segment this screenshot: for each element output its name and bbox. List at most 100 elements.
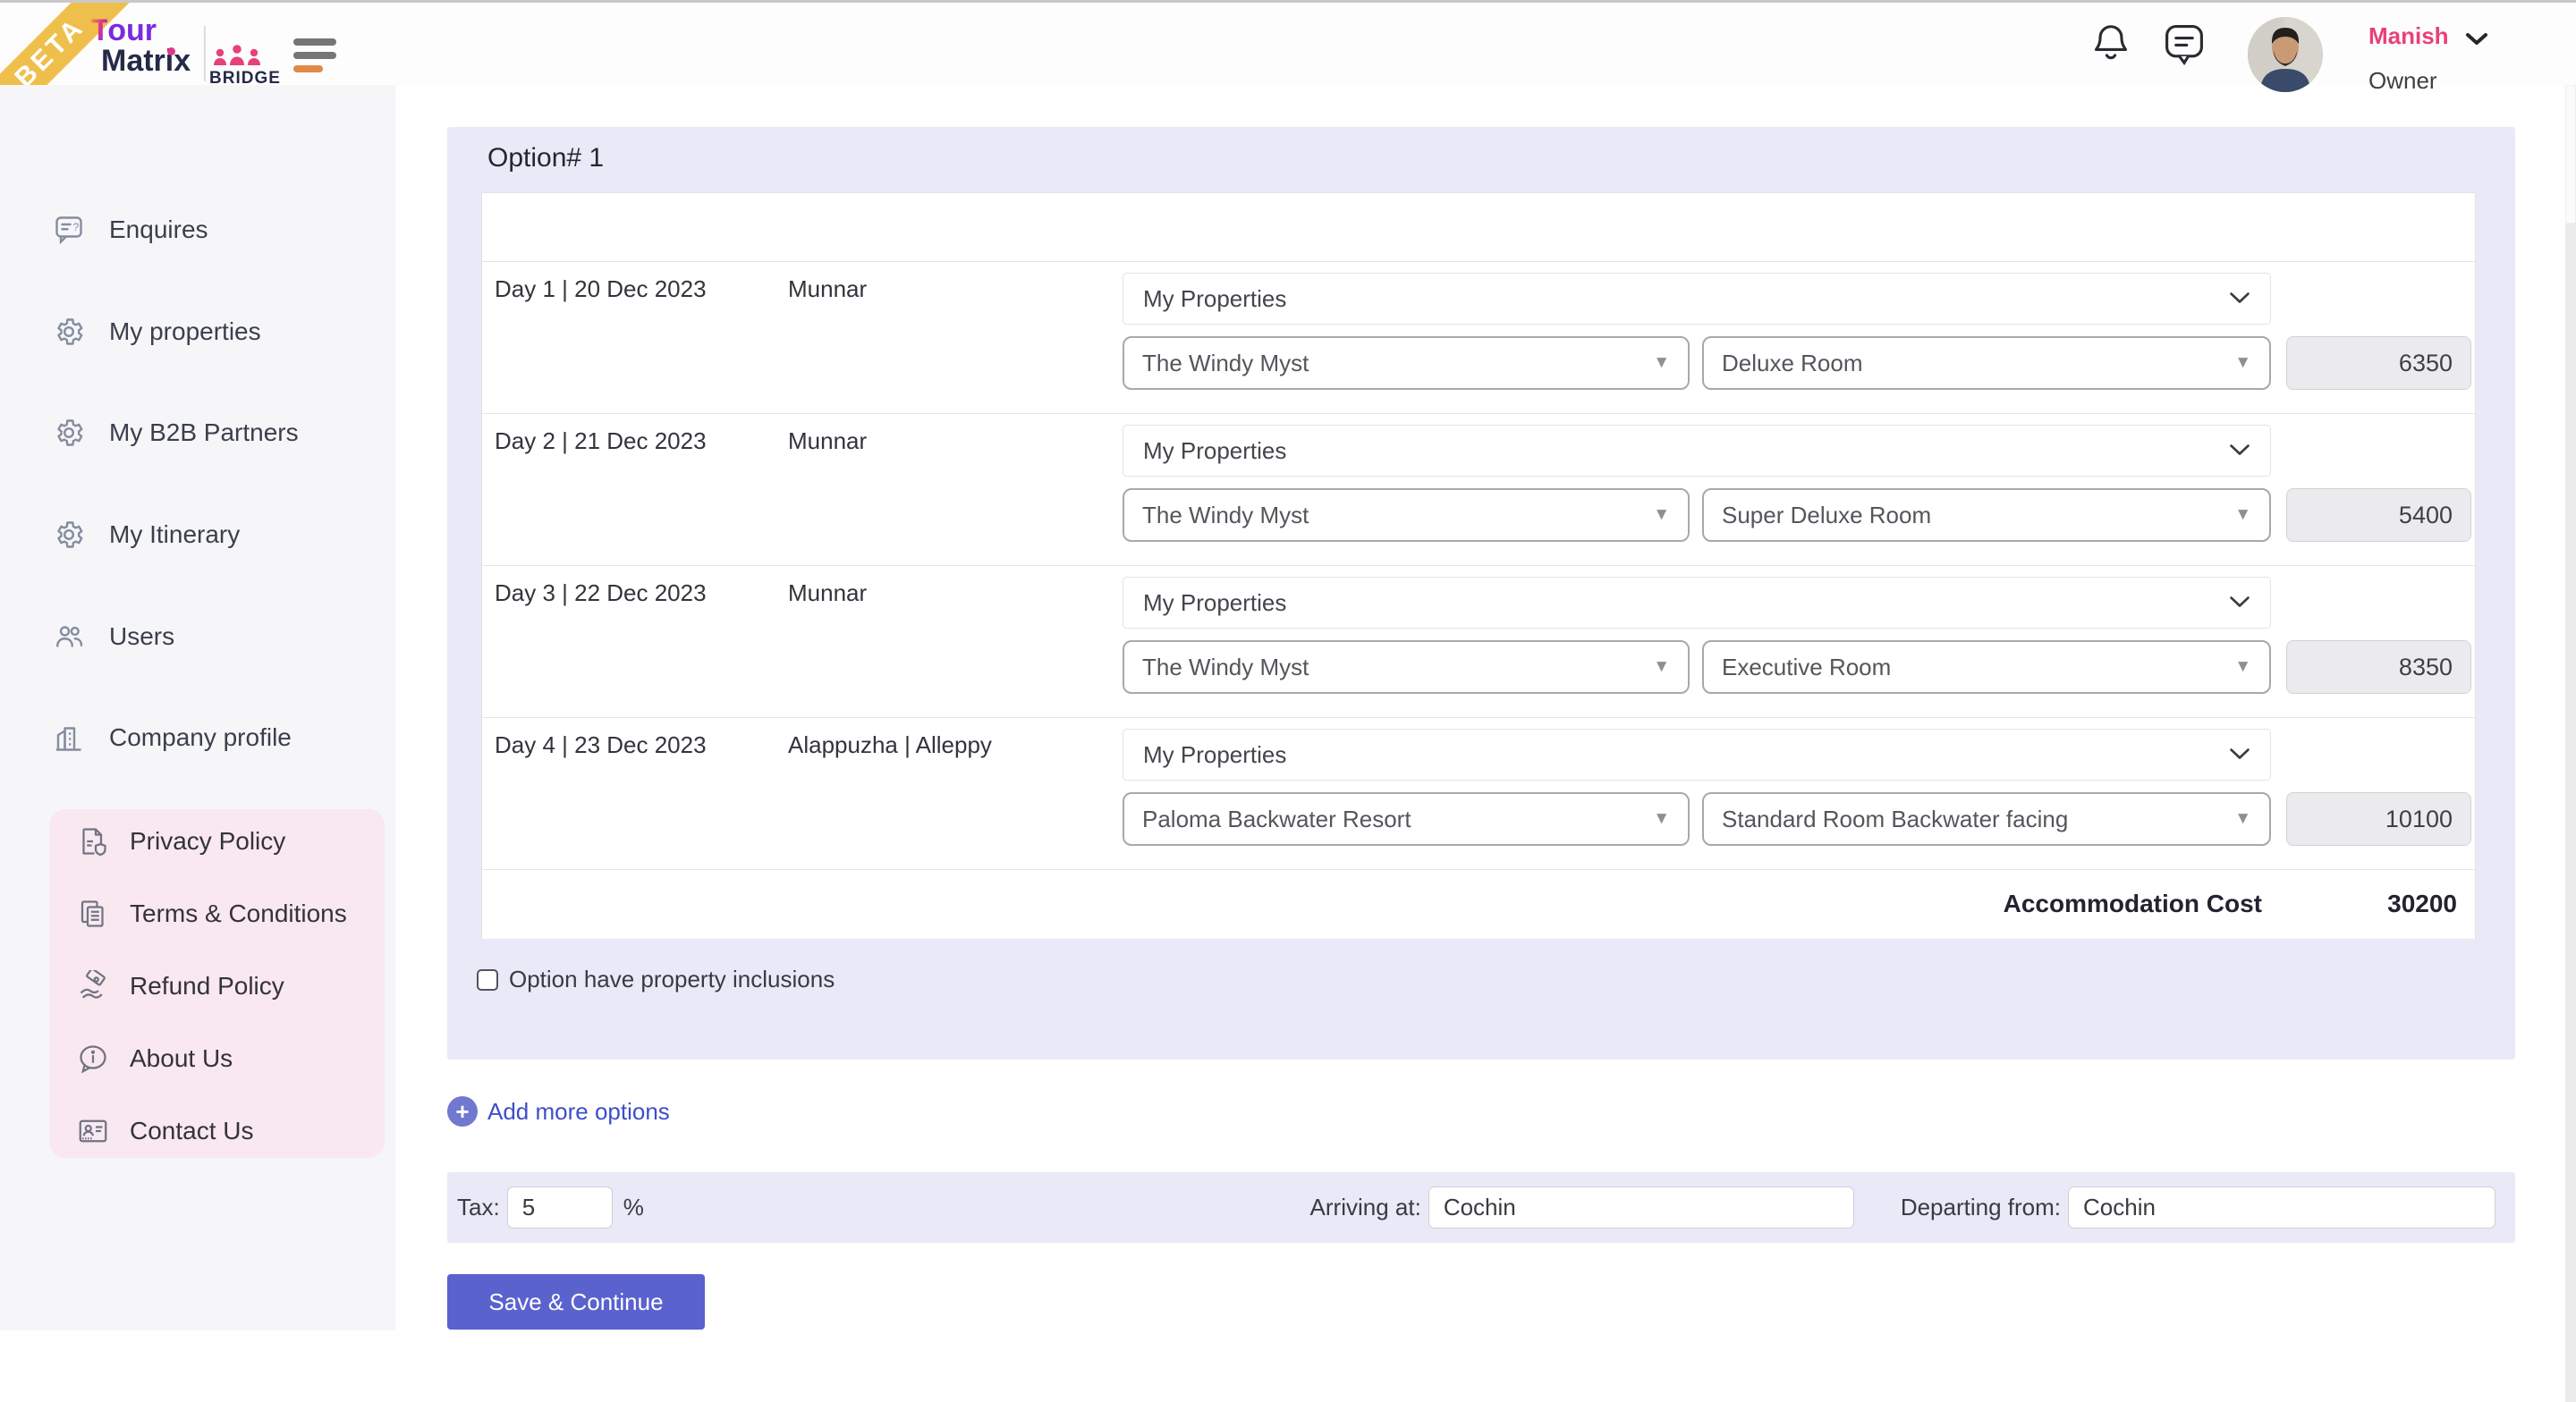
building-icon — [52, 721, 86, 755]
user-name[interactable]: Manish — [2368, 22, 2449, 50]
chevron-down-icon — [2229, 443, 2250, 457]
table-row: Day 4 | 23 Dec 2023 Alappuzha | Alleppy … — [482, 718, 2475, 870]
messages-chat-icon[interactable] — [2163, 22, 2206, 65]
option-title: Option# 1 — [487, 143, 604, 173]
scrollbar-thumb[interactable] — [2565, 85, 2576, 224]
users-icon — [52, 620, 86, 654]
sidebar-item-label: Company profile — [109, 723, 292, 752]
scrollbar-track[interactable] — [2565, 224, 2576, 1402]
dropdown-arrow-icon: ▼ — [1653, 353, 1670, 373]
dropdown-arrow-icon: ▼ — [2234, 657, 2251, 677]
room-dropdown[interactable]: Executive Room ▼ — [1702, 640, 2271, 694]
document-shield-icon — [76, 824, 110, 858]
sidebar-item-users[interactable]: Users — [0, 610, 395, 663]
room-dropdown[interactable]: Standard Room Backwater facing ▼ — [1702, 792, 2271, 846]
departing-label: Departing from: — [1901, 1194, 2061, 1221]
svg-text:?: ? — [73, 221, 80, 233]
tax-input[interactable] — [507, 1187, 613, 1229]
source-select[interactable]: My Properties — [1123, 273, 2271, 325]
table-row: Day 1 | 20 Dec 2023 Munnar My Properties… — [482, 262, 2475, 414]
add-more-options-button[interactable]: + Add more options — [447, 1096, 670, 1127]
sidebar-item-enquires[interactable]: ? Enquires — [0, 203, 395, 257]
user-role: Owner — [2368, 67, 2437, 95]
hand-money-icon — [76, 969, 110, 1003]
sidebar-item-label: My properties — [109, 317, 261, 346]
table-row: Day 3 | 22 Dec 2023 Munnar My Properties… — [482, 566, 2475, 718]
gear-icon — [52, 315, 86, 349]
tax-label: Tax: — [457, 1194, 500, 1221]
dropdown-arrow-icon: ▼ — [2234, 505, 2251, 525]
day-cell: Day 1 | 20 Dec 2023 — [495, 275, 707, 303]
sidebar-item-label: Users — [109, 622, 174, 651]
property-dropdown[interactable]: Paloma Backwater Resort ▼ — [1123, 792, 1690, 846]
sidebar-item-label: Enquires — [109, 215, 208, 244]
cost-field: 10100 — [2286, 792, 2471, 846]
location-cell: Munnar — [788, 579, 867, 607]
property-dropdown[interactable]: The Windy Myst ▼ — [1123, 640, 1690, 694]
room-dropdown-value: Super Deluxe Room — [1722, 502, 1931, 529]
dropdown-arrow-icon: ▼ — [1653, 505, 1670, 525]
day-cell: Day 3 | 22 Dec 2023 — [495, 579, 707, 607]
policy-panel: Privacy Policy Terms & Conditions — [49, 809, 385, 1158]
property-dropdown[interactable]: The Windy Myst ▼ — [1123, 336, 1690, 390]
dropdown-arrow-icon: ▼ — [1653, 657, 1670, 677]
room-dropdown[interactable]: Deluxe Room ▼ — [1702, 336, 2271, 390]
source-select-value: My Properties — [1143, 589, 1286, 617]
notifications-bell-icon[interactable] — [2091, 22, 2131, 65]
gear-icon — [52, 518, 86, 552]
sidebar-item-my-properties[interactable]: My properties — [0, 305, 395, 359]
sidebar-item-my-b2b-partners[interactable]: My B2B Partners — [0, 406, 395, 460]
sidebar-item-label: Refund Policy — [130, 972, 284, 1001]
sidebar-item-label: About Us — [130, 1044, 233, 1073]
inclusions-row: Option have property inclusions — [477, 966, 835, 993]
sidebar-item-company-profile[interactable]: Company profile — [0, 711, 395, 764]
property-dropdown-value: The Windy Myst — [1142, 502, 1309, 529]
inclusions-checkbox[interactable] — [477, 969, 498, 991]
menu-hamburger-icon[interactable] — [293, 38, 336, 74]
chevron-down-icon — [2229, 291, 2250, 305]
departing-input[interactable] — [2068, 1187, 2496, 1229]
property-dropdown-value: Paloma Backwater Resort — [1142, 806, 1411, 833]
arriving-label: Arriving at: — [1310, 1194, 1421, 1221]
dropdown-arrow-icon: ▼ — [2234, 353, 2251, 373]
save-continue-button[interactable]: Save & Continue — [447, 1274, 705, 1330]
sidebar-item-label: Privacy Policy — [130, 827, 285, 856]
sidebar-item-terms-conditions[interactable]: Terms & Conditions — [49, 887, 385, 941]
source-select-value: My Properties — [1143, 741, 1286, 769]
source-select[interactable]: My Properties — [1123, 729, 2271, 781]
source-select[interactable]: My Properties — [1123, 425, 2271, 477]
accommodation-cost-value: 30200 — [2387, 890, 2457, 918]
source-select-value: My Properties — [1143, 285, 1286, 313]
logo-tour-text: our — [107, 13, 157, 47]
location-cell: Munnar — [788, 275, 867, 303]
user-menu-chevron-down-icon[interactable] — [2465, 32, 2488, 46]
sidebar-item-label: My B2B Partners — [109, 418, 299, 447]
total-row: Accommodation Cost 30200 — [482, 870, 2475, 939]
day-cell: Day 4 | 23 Dec 2023 — [495, 731, 707, 759]
sidebar-item-contact-us[interactable]: Contact Us — [49, 1104, 385, 1158]
sidebar-item-privacy-policy[interactable]: Privacy Policy — [49, 815, 385, 868]
source-select-value: My Properties — [1143, 437, 1286, 465]
arriving-input[interactable] — [1428, 1187, 1854, 1229]
add-more-options-label: Add more options — [487, 1098, 670, 1126]
room-dropdown[interactable]: Super Deluxe Room ▼ — [1702, 488, 2271, 542]
accommodation-cost-label: Accommodation Cost — [2004, 890, 2262, 918]
day-cell: Day 2 | 21 Dec 2023 — [495, 427, 707, 455]
property-dropdown[interactable]: The Windy Myst ▼ — [1123, 488, 1690, 542]
bridge-people-icon — [211, 44, 263, 69]
sidebar-item-about-us[interactable]: About Us — [49, 1032, 385, 1085]
logo-i-dot — [167, 47, 175, 55]
location-cell: Alappuzha | Alleppy — [788, 731, 992, 759]
itinerary-table: Day 1 | 20 Dec 2023 Munnar My Properties… — [481, 192, 2476, 939]
beta-label: BETA — [9, 12, 91, 94]
user-avatar[interactable] — [2248, 17, 2323, 92]
cost-field: 5400 — [2286, 488, 2471, 542]
tax-transfer-bar: Tax: % Arriving at: Departing from: — [447, 1172, 2515, 1243]
property-dropdown-value: The Windy Myst — [1142, 654, 1309, 681]
logo-divider — [204, 26, 206, 81]
sidebar-item-refund-policy[interactable]: Refund Policy — [49, 959, 385, 1013]
sidebar-item-my-itinerary[interactable]: My Itinerary — [0, 508, 395, 562]
source-select[interactable]: My Properties — [1123, 577, 2271, 629]
app-root: BETA Tour Matrix BRIDGE — [0, 0, 2576, 1402]
sidebar-item-label: Contact Us — [130, 1117, 254, 1145]
